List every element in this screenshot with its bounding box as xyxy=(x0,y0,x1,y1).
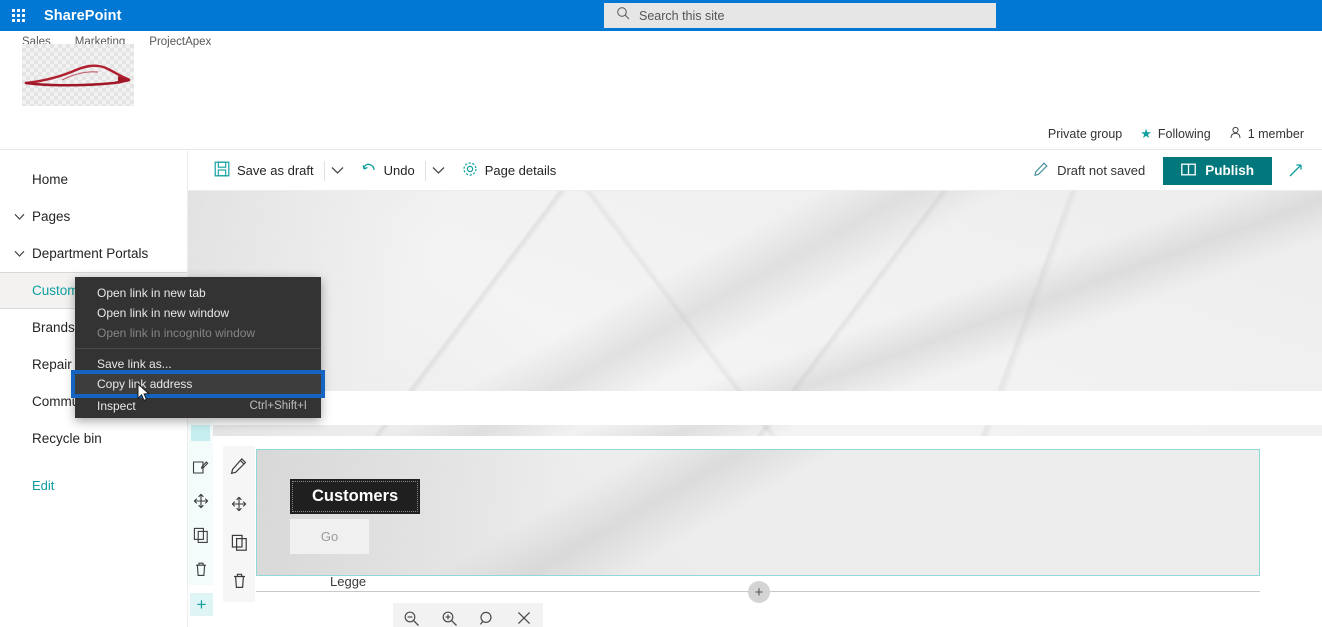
page-canvas: + Customers Go + Legge xyxy=(188,191,1322,627)
context-menu-item-label: Save link as... xyxy=(97,357,172,371)
section-toolbar xyxy=(188,421,213,585)
publish-button[interactable]: Publish xyxy=(1163,156,1272,185)
webpart-go-button[interactable]: Go xyxy=(290,519,369,554)
sidebar-item-pages[interactable]: Pages xyxy=(0,198,187,235)
undo-button[interactable]: Undo xyxy=(351,151,425,191)
command-bar: Save as draft Undo Page details Draft no… xyxy=(188,151,1322,191)
app-launcher-icon[interactable] xyxy=(0,0,36,31)
search-input[interactable] xyxy=(639,8,969,23)
drag-handle-icon[interactable] xyxy=(191,425,210,441)
chevron-down-icon[interactable] xyxy=(8,250,30,258)
edit-webpart-icon[interactable] xyxy=(229,456,249,476)
hero-text-band xyxy=(188,391,1322,425)
sidebar-item-label: Pages xyxy=(32,209,71,224)
site-header-meta: Private group ★ Following 1 member xyxy=(0,119,1322,150)
context-menu-item-label: Open link in new tab xyxy=(97,286,206,300)
webpart-title[interactable]: Customers xyxy=(290,479,421,514)
sidebar-item-label: Brands xyxy=(32,320,75,335)
webpart-toolbar xyxy=(223,446,255,602)
suite-brand[interactable]: SharePoint xyxy=(44,8,122,24)
page-details-label: Page details xyxy=(484,163,557,178)
sidebar-edit-link[interactable]: Edit xyxy=(0,467,187,504)
context-menu-item-open-link-incognito: Open link in incognito window xyxy=(75,323,321,343)
zoom-toolbar xyxy=(393,603,543,627)
members-button[interactable]: 1 member xyxy=(1229,126,1304,142)
site-header: Sales Marketing ProjectApex xyxy=(0,31,1322,119)
undo-label: Undo xyxy=(383,163,415,178)
move-webpart-icon[interactable] xyxy=(229,494,249,514)
context-menu-item-label: Inspect xyxy=(97,399,136,413)
search-icon xyxy=(616,6,630,25)
context-menu-item-inspect[interactable]: Inspect Ctrl+Shift+I xyxy=(75,396,321,416)
context-menu-item-shortcut: Ctrl+Shift+I xyxy=(249,400,307,412)
sidebar-item-label: Department Portals xyxy=(32,246,149,261)
zoom-reset-icon[interactable] xyxy=(472,604,502,627)
zoom-out-icon[interactable] xyxy=(397,604,427,627)
chevron-down-icon[interactable] xyxy=(8,213,30,221)
draft-status[interactable]: Draft not saved xyxy=(1023,161,1155,180)
pencil-icon xyxy=(1033,161,1049,180)
mouse-cursor xyxy=(137,382,151,408)
sidebar-item-label: Home xyxy=(32,172,69,187)
duplicate-webpart-icon[interactable] xyxy=(229,532,249,552)
undo-icon xyxy=(361,161,377,180)
star-icon: ★ xyxy=(1140,126,1152,141)
add-section-button-center[interactable]: + xyxy=(748,581,770,603)
draft-status-label: Draft not saved xyxy=(1057,163,1146,178)
person-icon xyxy=(1229,126,1242,142)
site-logo-car-sketch xyxy=(22,44,134,106)
context-menu-item-open-link-new-window[interactable]: Open link in new window xyxy=(75,303,321,323)
delete-section-icon[interactable] xyxy=(191,559,211,579)
sidebar-item-recycle-bin[interactable]: Recycle bin xyxy=(0,420,187,457)
context-menu-item-label: Open link in new window xyxy=(97,306,230,320)
privacy-text: Private group xyxy=(1047,127,1123,141)
hero-webpart[interactable]: Customers Go xyxy=(256,449,1260,576)
browser-context-menu: Open link in new tab Open link in new wi… xyxy=(71,277,325,418)
edit-section-icon[interactable] xyxy=(191,457,211,477)
gear-icon xyxy=(462,161,478,180)
sharepoint-page-editor: SharePoint Sales Marketing ProjectApex xyxy=(0,0,1322,627)
hero-caption: Legge xyxy=(330,574,367,589)
command-bar-right: Draft not saved Publish xyxy=(1023,156,1322,186)
context-menu-item-save-link-as[interactable]: Save link as... xyxy=(75,354,321,374)
sidebar-item-home[interactable]: Home xyxy=(0,161,187,198)
close-icon[interactable] xyxy=(509,604,539,627)
delete-webpart-icon[interactable] xyxy=(229,570,249,590)
sidebar-item-department-portals[interactable]: Department Portals xyxy=(0,235,187,272)
zoom-in-icon[interactable] xyxy=(434,604,464,627)
chevron-down-icon[interactable] xyxy=(426,151,452,191)
sidebar-item-label: Recycle bin xyxy=(32,431,102,446)
site-search-box[interactable] xyxy=(604,3,996,28)
chevron-down-icon[interactable] xyxy=(325,151,351,191)
members-label: 1 member xyxy=(1247,127,1304,141)
add-section-button-left[interactable]: + xyxy=(190,593,213,616)
context-menu-item-open-link-new-tab[interactable]: Open link in new tab xyxy=(75,283,321,303)
duplicate-section-icon[interactable] xyxy=(191,525,211,545)
context-menu-separator xyxy=(75,348,321,349)
save-as-draft-button[interactable]: Save as draft xyxy=(204,151,324,191)
hub-nav-item-projectapex[interactable]: ProjectApex xyxy=(149,36,211,48)
publish-icon xyxy=(1181,162,1197,180)
page-details-button[interactable]: Page details xyxy=(452,151,567,191)
move-section-icon[interactable] xyxy=(191,491,211,511)
following-button[interactable]: ★ Following xyxy=(1140,126,1210,142)
publish-label: Publish xyxy=(1205,163,1254,178)
following-label: Following xyxy=(1157,127,1211,141)
expand-icon[interactable] xyxy=(1280,156,1310,186)
context-menu-item-label: Open link in incognito window xyxy=(97,326,256,340)
suite-bar: SharePoint xyxy=(0,0,1322,31)
save-as-draft-label: Save as draft xyxy=(237,163,314,178)
sidebar-edit-label: Edit xyxy=(32,478,55,493)
save-icon xyxy=(214,161,230,180)
context-menu-item-copy-link-address[interactable]: Copy link address xyxy=(71,370,325,398)
privacy-label: Private group xyxy=(1048,127,1122,141)
